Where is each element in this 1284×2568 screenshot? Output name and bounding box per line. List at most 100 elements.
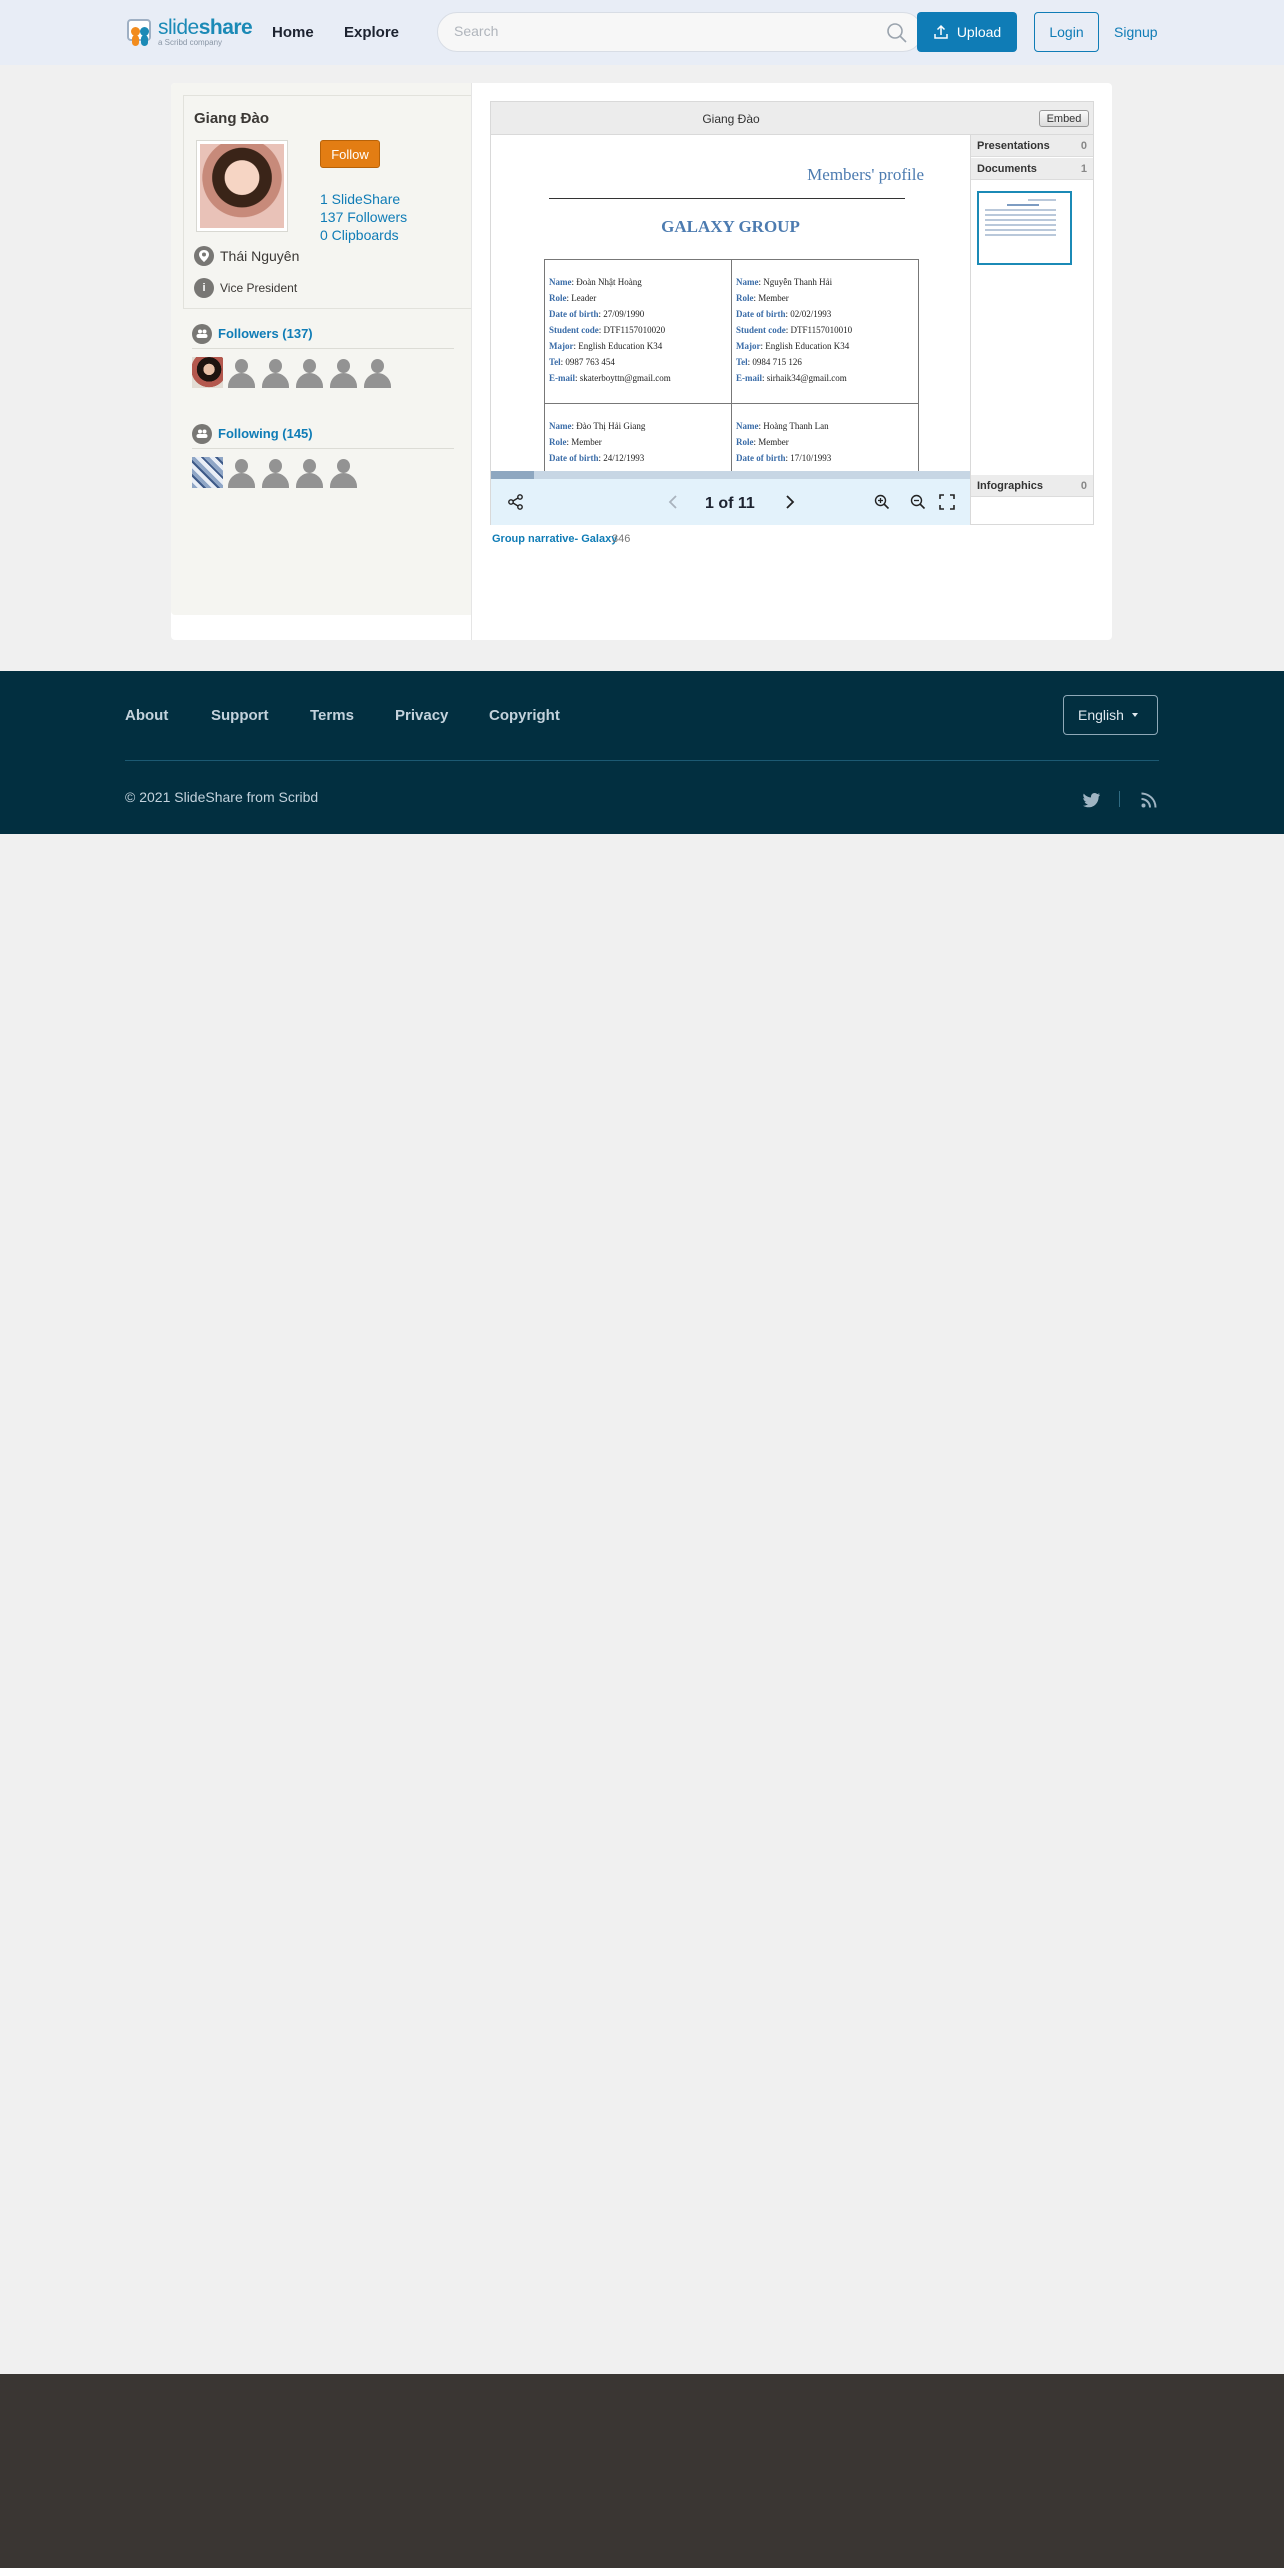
share-icon[interactable] xyxy=(507,493,525,511)
footer-terms-link[interactable]: Terms xyxy=(310,707,354,724)
related-uploads-list: Presentations0 Documents1 Infographics xyxy=(970,135,1093,524)
upload-label: Upload xyxy=(956,24,1002,40)
member-field: Role: Leader xyxy=(549,293,597,303)
member-field: Date of birth: 24/12/1993 xyxy=(549,453,645,463)
member-field: Name: Hoàng Thanh Lan xyxy=(736,421,829,431)
slide-progress-bar[interactable] xyxy=(491,471,970,479)
search-input[interactable] xyxy=(454,23,854,39)
language-select[interactable]: English xyxy=(1063,695,1158,735)
follower-avatar-placeholder[interactable] xyxy=(362,357,393,388)
member-field: Role: Member xyxy=(736,437,789,447)
footer-about-link[interactable]: About xyxy=(125,707,168,724)
rss-icon[interactable] xyxy=(1140,791,1158,809)
copyright-text: © 2021 SlideShare from Scribd xyxy=(125,789,319,805)
member-field: Student code: DTF1157010010 xyxy=(736,325,853,335)
nav-home[interactable]: Home xyxy=(272,24,314,41)
slide-viewport[interactable]: Members' profile GALAXY GROUP Name: Đoàn… xyxy=(491,135,970,471)
slideshare-logo-icon xyxy=(125,17,155,47)
infographics-tab[interactable]: Infographics 0 xyxy=(971,475,1093,497)
embed-button[interactable]: Embed xyxy=(1039,110,1089,127)
member-field: Major: English Education K34 xyxy=(736,341,850,351)
previous-slide-icon[interactable] xyxy=(665,493,683,511)
slideshow-title-link[interactable]: Group narrative- Galaxy xyxy=(492,533,617,545)
site-footer: About Support Terms Privacy Copyright En… xyxy=(0,671,1284,834)
following-section-link[interactable]: Following (145) xyxy=(218,426,313,441)
profile-sidebar: Giang Đào Follow 1 SlideShare 137 Follow… xyxy=(171,83,471,615)
presentations-tab[interactable]: Presentations 0 xyxy=(971,135,1093,157)
next-slide-icon[interactable] xyxy=(780,493,798,511)
slide-progress-fill xyxy=(491,471,535,479)
member-field: Name: Đào Thị Hải Giang xyxy=(549,421,646,431)
follow-button[interactable]: Follow xyxy=(320,140,380,168)
slideshow-panel: Giang Đào Embed Members' profile GALAXY … xyxy=(471,83,1112,640)
followers-count-link[interactable]: 137 Followers xyxy=(320,209,407,225)
info-icon: i xyxy=(194,278,214,298)
following-avatar-placeholder[interactable] xyxy=(260,457,291,488)
slide-title: GALAXY GROUP xyxy=(661,217,800,236)
search-box xyxy=(437,12,923,52)
footer-copyright-link[interactable]: Copyright xyxy=(489,707,560,724)
member-table: Name: Đoàn Nhật Hoàng Role: Leader Date of… xyxy=(544,259,919,471)
upload-button[interactable]: Upload xyxy=(917,12,1017,52)
profile-box: Giang Đào Follow 1 SlideShare 137 Follow… xyxy=(183,95,471,309)
member-cell: Name: Đào Thị Hải Giang Role: Member Date … xyxy=(544,403,732,471)
zoom-in-icon[interactable] xyxy=(873,493,891,511)
footer-divider xyxy=(125,760,1159,761)
signup-link[interactable]: Signup xyxy=(1114,24,1158,40)
people-icon xyxy=(192,423,212,444)
following-avatar-placeholder[interactable] xyxy=(294,457,325,488)
member-cell: Name: Nguyễn Thanh Hải Role: Member Date o… xyxy=(731,259,919,404)
slide-header: Members' profile xyxy=(807,165,924,184)
chevron-down-icon xyxy=(1131,713,1138,717)
page-bottom-band xyxy=(0,2374,1284,2568)
followers-thumbnails xyxy=(192,357,393,388)
documents-tab[interactable]: Documents 1 xyxy=(971,158,1093,180)
slide-divider xyxy=(549,198,905,199)
location-row: Thái Nguyên xyxy=(194,246,299,266)
fullscreen-icon[interactable] xyxy=(938,493,956,511)
member-field: Tel: 0984 715 126 xyxy=(736,357,802,367)
member-field: Name: Đoàn Nhật Hoàng xyxy=(549,277,642,287)
login-button[interactable]: Login xyxy=(1034,12,1099,52)
clipboards-count-link[interactable]: 0 Clipboards xyxy=(320,227,399,243)
footer-privacy-link[interactable]: Privacy xyxy=(395,707,448,724)
follower-avatar[interactable] xyxy=(192,357,223,388)
follower-avatar-placeholder[interactable] xyxy=(226,357,257,388)
member-field: Date of birth: 27/09/1990 xyxy=(549,309,645,319)
following-thumbnails xyxy=(192,457,359,488)
following-avatar-placeholder[interactable] xyxy=(328,457,359,488)
search-icon[interactable] xyxy=(886,22,908,44)
twitter-icon[interactable] xyxy=(1083,791,1101,809)
slideshare-count-link[interactable]: 1 SlideShare xyxy=(320,191,400,207)
document-thumbnail[interactable] xyxy=(977,191,1072,265)
member-cell: Name: Hoàng Thanh Lan Role: Member Date of… xyxy=(731,403,919,471)
upload-icon xyxy=(934,24,948,39)
follower-avatar-placeholder[interactable] xyxy=(294,357,325,388)
view-count: 346 xyxy=(612,533,631,545)
profile-card: Giang Đào Follow 1 SlideShare 137 Follow… xyxy=(171,83,1112,640)
logo-wordmark: slideshare a Scribd company xyxy=(158,16,253,47)
following-section-header: Following (145) xyxy=(192,423,454,449)
page-counter: 1 of 11 xyxy=(705,495,755,512)
follower-avatar-placeholder[interactable] xyxy=(328,357,359,388)
player-title-bar: Giang Đào Embed xyxy=(491,102,1093,135)
slideshare-logo[interactable]: slideshare a Scribd company xyxy=(125,16,253,48)
zoom-out-icon[interactable] xyxy=(909,493,927,511)
language-value: English xyxy=(1078,707,1124,723)
footer-support-link[interactable]: Support xyxy=(211,707,269,724)
follower-avatar-placeholder[interactable] xyxy=(260,357,291,388)
nav-explore[interactable]: Explore xyxy=(344,24,399,41)
following-avatar[interactable] xyxy=(192,457,223,488)
following-avatar-placeholder[interactable] xyxy=(226,457,257,488)
top-header: slideshare a Scribd company Home Explore… xyxy=(0,0,1284,65)
slide-player: Giang Đào Embed Members' profile GALAXY … xyxy=(490,101,1094,525)
member-field: E-mail: skaterboyttn@gmail.com xyxy=(549,373,671,383)
followers-section-link[interactable]: Followers (137) xyxy=(218,326,313,341)
job-row: i Vice President xyxy=(194,278,297,298)
member-field: Tel: 0987 763 454 xyxy=(549,357,615,367)
member-field: Name: Nguyễn Thanh Hải xyxy=(736,277,833,287)
player-title: Giang Đào xyxy=(702,112,760,126)
member-cell: Name: Đoàn Nhật Hoàng Role: Leader Date of… xyxy=(544,259,732,404)
people-icon xyxy=(192,323,212,344)
avatar[interactable] xyxy=(196,140,288,232)
